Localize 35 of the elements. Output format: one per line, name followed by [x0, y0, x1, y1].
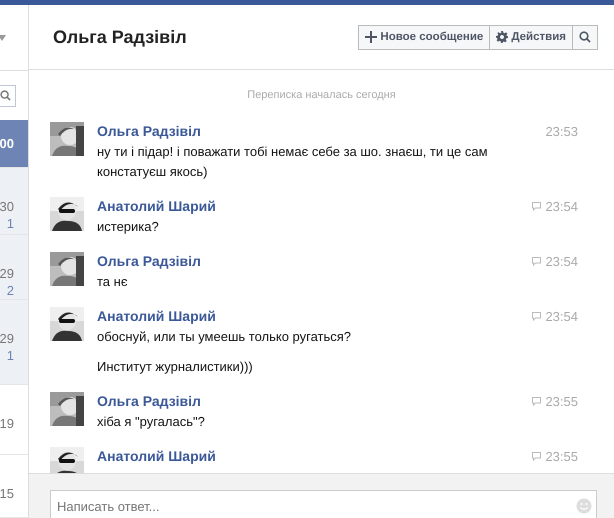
message-text: ну ти і підар! і поважати тобі немає себе за шо. знаєш, ти це сам констатуєш якось) — [97, 143, 489, 181]
conversation-item[interactable]: 30 1 — [0, 168, 28, 235]
message-text: та нє — [97, 273, 128, 291]
message-text: Институт журналистики))) — [97, 358, 254, 376]
author-name[interactable]: Ольга Радзівіл — [97, 123, 546, 139]
message-text: истерика? — [97, 218, 160, 236]
search-icon — [579, 31, 591, 43]
conversation-item[interactable]: 29 1 — [0, 300, 28, 385]
message-text: хіба я "ругалась"? — [97, 413, 206, 431]
conversation-title: Ольга Радзівіл — [53, 26, 188, 48]
message-time: 23:55 — [545, 448, 578, 464]
conversation-item[interactable]: 29 2 — [0, 235, 28, 300]
author-name[interactable]: Ольга Радзівіл — [97, 393, 532, 409]
conversation-item[interactable]: 19 — [0, 385, 28, 455]
author-name[interactable]: Ольга Радзівіл — [97, 253, 532, 269]
conversation-item[interactable]: 15 — [0, 455, 28, 518]
message-text: обоснуй, или ты умеешь только ругаться? — [97, 328, 352, 346]
message-time: 23:53 — [545, 124, 578, 138]
search-icon — [0, 90, 11, 101]
new-message-button[interactable]: Новое сообщение — [358, 24, 490, 50]
reply-field[interactable]: Написать ответ... — [50, 490, 597, 518]
author-name[interactable]: Анатолий Шарий — [97, 198, 532, 214]
actions-button[interactable]: Действия — [489, 24, 573, 50]
author-name[interactable]: Анатолий Шарий — [97, 308, 532, 324]
author-name[interactable]: Анатолий Шарий — [97, 448, 532, 464]
message-time: 23:55 — [545, 394, 578, 408]
plus-icon — [365, 31, 378, 43]
gear-icon — [496, 31, 508, 43]
caret-icon[interactable] — [0, 34, 6, 40]
conversation-start-note: Переписка началась сегодня — [246, 88, 397, 103]
message-time: 23:54 — [545, 308, 578, 324]
conversation-item[interactable]: 00 — [0, 120, 28, 168]
message-time: 23:54 — [545, 254, 578, 268]
message-time: 23:54 — [545, 198, 578, 214]
search-button[interactable] — [572, 24, 598, 50]
